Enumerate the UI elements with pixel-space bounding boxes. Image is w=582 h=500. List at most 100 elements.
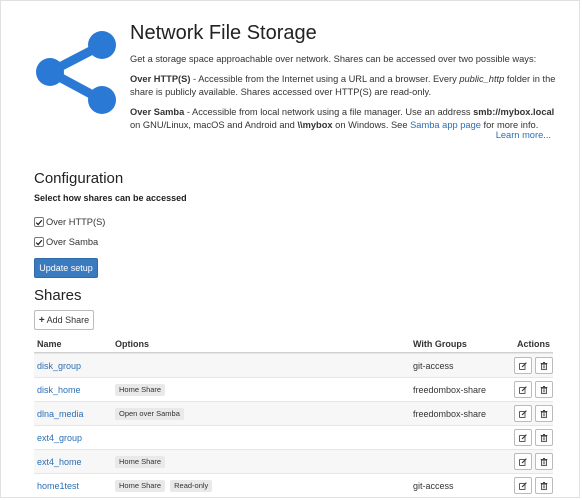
share-icon	[36, 31, 116, 114]
samba-app-link[interactable]: Samba app page	[410, 120, 481, 130]
edit-share-button[interactable]	[514, 381, 532, 398]
delete-share-button[interactable]	[535, 453, 553, 470]
delete-share-button[interactable]	[535, 405, 553, 422]
share-groups-cell: freedombox-share	[413, 384, 487, 395]
column-header-options: Options	[115, 338, 149, 349]
share-options-cell: Open over Samba	[115, 407, 413, 420]
share-name-link[interactable]: ext4_group	[37, 433, 82, 443]
table-row: home1test Home Share Read-only git-access	[34, 473, 553, 497]
configuration-subtitle: Select how shares can be accessed	[34, 193, 187, 203]
samba-address: smb://mybox.local	[473, 107, 555, 117]
check-icon	[35, 239, 43, 246]
share-groups-cell: freedombox-share	[413, 408, 487, 419]
http-checkbox-row[interactable]: Over HTTP(S)	[34, 217, 105, 227]
share-name-link[interactable]: home1test	[37, 481, 79, 491]
share-actions-cell	[503, 405, 553, 422]
share-name-cell: disk_group	[34, 361, 115, 371]
delete-share-button[interactable]	[535, 429, 553, 446]
option-badge: Read-only	[170, 479, 213, 492]
share-name-cell: dlna_media	[34, 409, 115, 419]
trash-icon	[540, 385, 548, 394]
samba-text-end: for more info.	[480, 120, 539, 130]
trash-icon	[540, 457, 548, 466]
plus-icon: +	[38, 314, 45, 326]
edit-icon	[519, 409, 527, 418]
edit-icon	[519, 481, 527, 490]
delete-share-button[interactable]	[535, 381, 553, 398]
share-actions-cell	[503, 357, 553, 374]
share-groups-cell: git-access	[413, 480, 454, 491]
edit-icon	[519, 385, 527, 394]
share-actions-cell	[503, 477, 553, 494]
http-label: Over HTTP(S)	[130, 74, 191, 84]
http-checkbox-label: Over HTTP(S)	[46, 217, 106, 227]
learn-more-link[interactable]: Learn more...	[496, 130, 551, 140]
delete-share-button[interactable]	[535, 357, 553, 374]
trash-icon	[540, 481, 548, 490]
column-header-groups: With Groups	[413, 338, 467, 349]
share-name-cell: ext4_group	[34, 433, 115, 443]
trash-icon	[540, 409, 548, 418]
option-badge: Home Share	[115, 479, 166, 492]
edit-share-button[interactable]	[514, 477, 532, 494]
samba-windows-address: \\mybox	[297, 120, 333, 130]
share-actions-cell	[503, 381, 553, 398]
edit-share-button[interactable]	[514, 453, 532, 470]
samba-checkbox-label: Over Samba	[46, 237, 99, 247]
trash-icon	[540, 361, 548, 370]
table-row: dlna_media Open over Samba freedombox-shar…	[34, 401, 553, 425]
delete-share-button[interactable]	[535, 477, 553, 494]
configuration-title: Configuration	[34, 170, 124, 187]
table-row: disk_home Home Share freedombox-share	[34, 377, 553, 401]
http-checkbox[interactable]	[34, 217, 44, 227]
column-header-actions: Actions	[516, 338, 550, 349]
samba-text-os: on GNU/Linux, macOS and Android and	[130, 120, 298, 130]
table-row: ext4_home Home Share	[34, 449, 553, 473]
trash-icon	[540, 433, 548, 442]
samba-description: Over Samba - Accessible from local netwo…	[130, 106, 560, 132]
option-badge: Home Share	[115, 455, 166, 468]
share-options-cell: Home Share	[115, 383, 413, 396]
option-badge: Open over Samba	[115, 407, 184, 420]
edit-share-button[interactable]	[514, 357, 532, 374]
share-options-cell: Home Share Read-only	[115, 479, 413, 492]
samba-text-see: on Windows. See	[332, 120, 411, 130]
share-name-cell: disk_home	[34, 385, 115, 395]
intro-text: Get a storage space approachable over ne…	[130, 53, 560, 139]
samba-checkbox[interactable]	[34, 237, 44, 247]
shares-table: Name Options With Groups Actions disk_gr…	[34, 335, 553, 497]
table-row: disk_group git-access	[34, 353, 553, 377]
share-options-cell: Home Share	[115, 455, 413, 468]
option-badge: Home Share	[115, 383, 166, 396]
column-header-name: Name	[37, 338, 62, 349]
http-description: Over HTTP(S) - Accessible from the Inter…	[130, 73, 560, 99]
samba-text: - Accessible from local network using a …	[184, 107, 474, 117]
edit-icon	[519, 457, 527, 466]
share-name-link[interactable]: disk_home	[37, 385, 81, 395]
share-actions-cell	[503, 429, 553, 446]
public-http-folder: public_http	[459, 74, 505, 84]
edit-icon	[519, 361, 527, 370]
edit-share-button[interactable]	[514, 429, 532, 446]
http-text: - Accessible from the Internet using a U…	[190, 74, 460, 84]
share-name-cell: home1test	[34, 481, 115, 491]
share-name-cell: ext4_home	[34, 457, 115, 467]
share-name-link[interactable]: ext4_home	[37, 457, 82, 467]
share-name-link[interactable]: disk_group	[37, 361, 81, 371]
shares-title: Shares	[34, 287, 82, 304]
table-row: ext4_group	[34, 425, 553, 449]
samba-label: Over Samba	[130, 107, 185, 117]
add-share-label: Add Share	[46, 315, 90, 325]
table-header: Name Options With Groups Actions	[34, 335, 553, 353]
add-share-button[interactable]: + Add Share	[34, 310, 94, 330]
check-icon	[35, 219, 43, 226]
update-setup-button[interactable]: Update setup	[34, 258, 98, 278]
intro-paragraph: Get a storage space approachable over ne…	[130, 54, 537, 64]
edit-icon	[519, 433, 527, 442]
share-groups-cell: git-access	[413, 360, 454, 371]
samba-checkbox-row[interactable]: Over Samba	[34, 237, 98, 247]
share-actions-cell	[503, 453, 553, 470]
edit-share-button[interactable]	[514, 405, 532, 422]
page-title: Network File Storage	[130, 22, 317, 44]
share-name-link[interactable]: dlna_media	[37, 409, 84, 419]
